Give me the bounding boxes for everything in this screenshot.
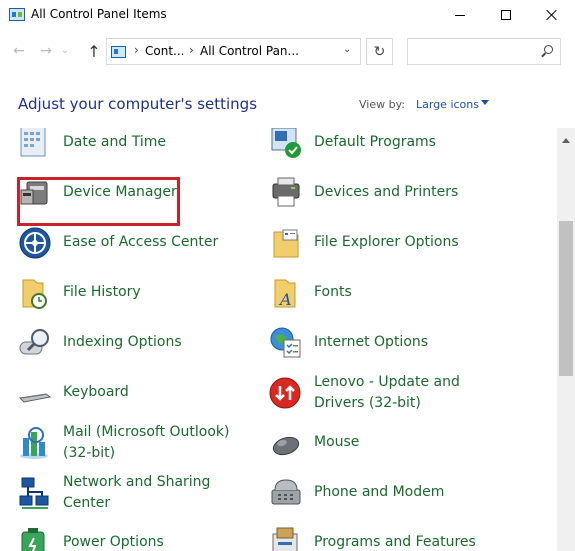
item-label: Devices and Printers [314, 184, 459, 200]
item-label: Ease of Access Center [63, 234, 219, 250]
item-label: Mail (Microsoft Outlook) (32-bit) [63, 424, 230, 461]
item-programs-and-features[interactable]: Programs and Features [269, 526, 499, 551]
item-date-and-time[interactable]: Date and Time [18, 128, 248, 170]
phone-icon [271, 479, 301, 505]
item-label: Date and Time [63, 134, 166, 150]
mail-icon [20, 427, 48, 459]
folder-options-icon [273, 229, 299, 258]
item-lenovo-update[interactable]: Lenovo - Update and Drivers (32-bit) [269, 374, 499, 420]
navigation-bar: ← → ⌄ ↑ › Cont... › All Control Pan... ⌄… [0, 30, 575, 74]
svg-text:A: A [278, 290, 292, 309]
device-manager-highlight [17, 177, 180, 226]
search-icon [541, 45, 553, 56]
item-fonts[interactable]: A Fonts [269, 276, 499, 320]
search-input[interactable] [412, 43, 532, 61]
title-bar: All Control Panel Items [0, 0, 575, 30]
item-label: File Explorer Options [314, 234, 459, 250]
close-button[interactable] [529, 0, 575, 30]
item-label: Programs and Features [314, 534, 476, 550]
item-file-history[interactable]: File History [18, 276, 248, 320]
item-network-and-sharing-center[interactable]: Network and Sharing Center [18, 474, 248, 520]
vertical-scrollbar[interactable] [557, 128, 575, 551]
view-by-dropdown[interactable]: Large icons [416, 98, 479, 111]
minimize-icon [455, 14, 465, 16]
item-label: Default Programs [314, 134, 436, 150]
item-ease-of-access-center[interactable]: Ease of Access Center [18, 226, 248, 270]
keyboard-icon [18, 393, 52, 403]
item-power-options[interactable]: Power Options [18, 526, 248, 551]
default-programs-icon [271, 128, 301, 158]
scroll-up-icon[interactable] [562, 138, 570, 143]
network-icon [19, 477, 49, 509]
programs-features-icon [272, 527, 298, 551]
item-label: Power Options [63, 534, 164, 550]
view-by-label: View by: [359, 98, 405, 111]
scrollbar-thumb[interactable] [559, 221, 573, 376]
recent-locations-button[interactable]: ⌄ [58, 40, 72, 62]
maximize-button[interactable] [483, 0, 529, 30]
item-devices-and-printers[interactable]: Devices and Printers [269, 176, 499, 220]
minimize-button[interactable] [437, 0, 483, 30]
breadcrumb-item[interactable]: Cont... [145, 44, 184, 58]
item-file-explorer-options[interactable]: File Explorer Options [269, 226, 499, 270]
item-label: Fonts [314, 284, 352, 300]
item-label: Indexing Options [63, 334, 182, 350]
window-title: All Control Panel Items [31, 7, 167, 21]
dropdown-caret-icon[interactable] [481, 100, 489, 105]
item-mouse[interactable]: Mouse [269, 426, 499, 470]
item-internet-options[interactable]: Internet Options [269, 326, 499, 370]
page-heading: Adjust your computer's settings [18, 95, 258, 113]
search-box[interactable] [407, 38, 561, 65]
breadcrumb-separator-icon: › [189, 43, 194, 57]
item-keyboard[interactable]: Keyboard [18, 376, 248, 420]
item-label: File History [63, 284, 141, 300]
calendar-clock-icon [20, 128, 46, 157]
item-label: Phone and Modem [314, 484, 445, 500]
address-dropdown-icon[interactable]: ⌄ [343, 44, 351, 55]
item-mail[interactable]: Mail (Microsoft Outlook) (32-bit) [18, 424, 248, 470]
refresh-button[interactable]: ↻ [366, 38, 393, 65]
item-label: Internet Options [314, 334, 429, 350]
item-label: Mouse [314, 434, 360, 450]
internet-options-icon [270, 327, 301, 358]
breadcrumb-item[interactable]: All Control Pan... [200, 44, 299, 58]
up-button[interactable]: ↑ [83, 40, 105, 62]
address-bar[interactable]: › Cont... › All Control Pan... ⌄ [106, 38, 361, 65]
forward-button[interactable]: → [35, 40, 57, 62]
printer-icon [272, 177, 300, 207]
indexing-icon [19, 329, 49, 355]
breadcrumb-separator-icon: › [134, 43, 139, 57]
item-phone-and-modem[interactable]: Phone and Modem [269, 476, 499, 520]
lenovo-update-icon [269, 377, 301, 409]
control-panel-items: Date and Time Default Programs Device Ma… [0, 128, 557, 551]
ease-of-access-icon [19, 227, 51, 259]
close-icon [546, 9, 558, 21]
control-panel-icon [9, 8, 25, 21]
file-history-icon [22, 279, 47, 309]
maximize-icon [501, 10, 511, 20]
item-label: Network and Sharing Center [63, 474, 211, 511]
item-indexing-options[interactable]: Indexing Options [18, 326, 248, 370]
item-label: Lenovo - Update and Drivers (32-bit) [314, 374, 460, 411]
item-label: Keyboard [63, 384, 129, 400]
item-default-programs[interactable]: Default Programs [269, 128, 499, 170]
back-button[interactable]: ← [8, 40, 30, 62]
power-options-icon [21, 528, 45, 551]
mouse-icon [272, 436, 300, 456]
fonts-icon: A [274, 279, 296, 309]
control-panel-icon [111, 46, 126, 58]
